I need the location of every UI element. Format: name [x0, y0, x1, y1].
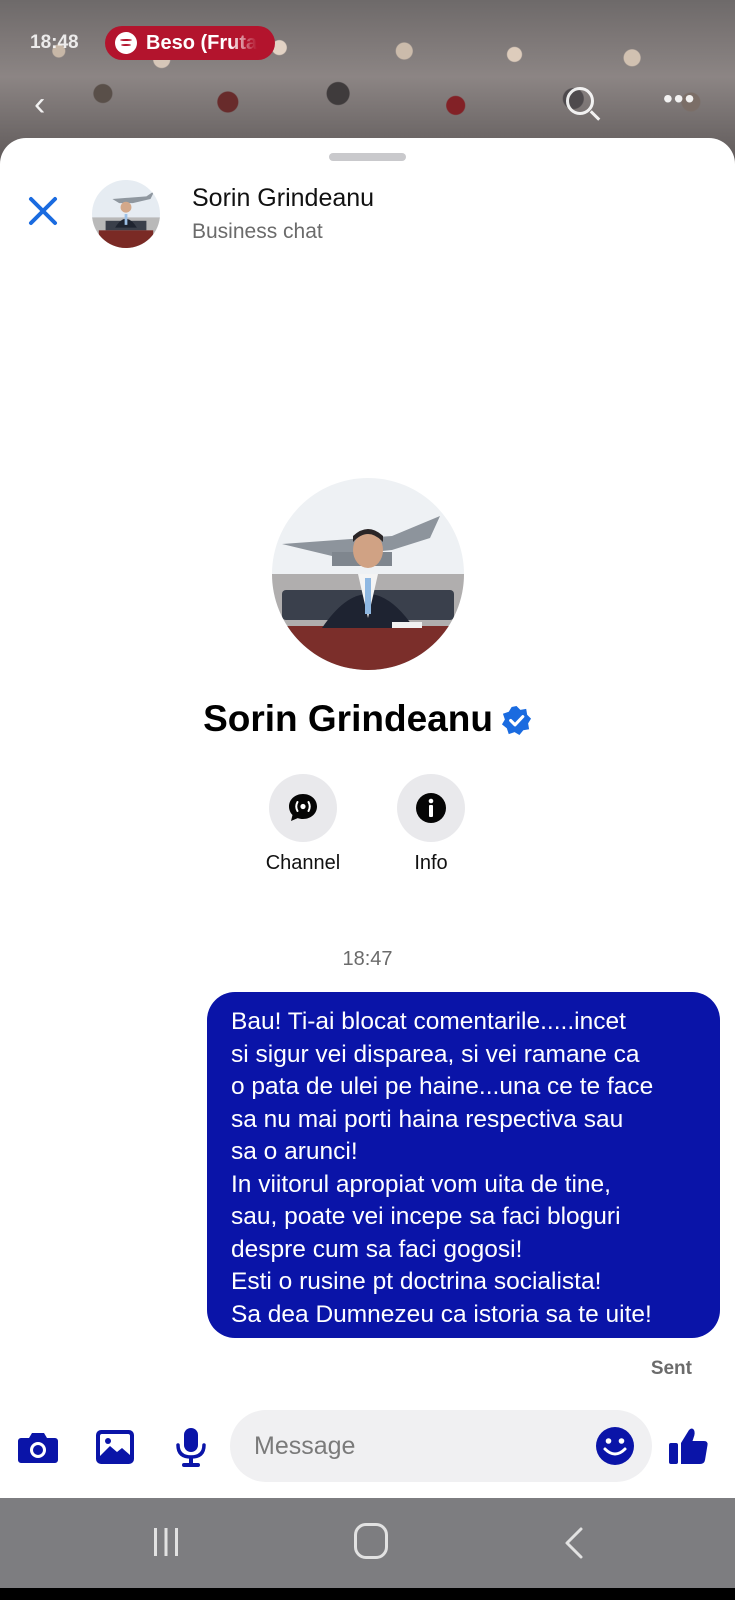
message-status: Sent — [650, 1358, 692, 1379]
profile-name: Sorin Grindeanu — [0, 698, 735, 740]
profile-avatar[interactable] — [272, 478, 464, 670]
avatar-photo — [92, 180, 160, 248]
info-button[interactable]: Info — [376, 774, 486, 875]
microphone-icon — [176, 1428, 206, 1467]
channel-label: Channel — [265, 852, 341, 874]
nav-back-button[interactable] — [562, 1526, 586, 1560]
chat-title: Sorin Grindeanu — [192, 184, 375, 212]
more-icon: ••• — [663, 83, 696, 114]
screen-bottom-edge — [0, 1588, 735, 1600]
message-input[interactable] — [230, 1410, 652, 1482]
emoji-button[interactable] — [594, 1425, 636, 1467]
message-composer — [0, 1410, 735, 1482]
chat-header: Sorin Grindeanu Business chat — [0, 178, 735, 248]
chat-subtitle: Business chat — [192, 220, 323, 243]
message-timestamp: 18:47 — [342, 948, 393, 970]
status-time: 18:48 — [30, 32, 79, 53]
spotify-icon — [115, 32, 137, 54]
profile-photo — [272, 478, 464, 670]
system-nav-bar — [0, 1498, 735, 1588]
info-label: Info — [414, 852, 448, 874]
channel-circle — [269, 774, 337, 842]
back-arrow-icon: ‹ — [34, 85, 46, 123]
microphone-button[interactable] — [168, 1424, 214, 1470]
channel-icon — [289, 794, 317, 821]
profile-name-text: Sorin Grindeanu — [203, 698, 493, 739]
back-icon — [565, 1527, 583, 1559]
camera-icon — [18, 1433, 58, 1463]
recents-button[interactable] — [150, 1526, 182, 1558]
camera-button[interactable] — [15, 1424, 61, 1470]
sheet-grabber[interactable] — [329, 153, 406, 161]
chat-sheet: Sorin Grindeanu Business chat Sorin Grin… — [0, 138, 735, 1498]
recents-icon — [154, 1528, 178, 1556]
gallery-button[interactable] — [92, 1424, 138, 1470]
verified-badge-icon — [501, 703, 532, 735]
like-button[interactable] — [666, 1424, 712, 1470]
gallery-icon — [96, 1430, 134, 1464]
avatar[interactable] — [92, 180, 160, 248]
info-icon — [416, 793, 446, 823]
now-playing-title: Beso (Fruta — [146, 31, 258, 54]
channel-button[interactable]: Channel — [248, 774, 358, 875]
thumbs-up-icon — [669, 1428, 708, 1464]
search-icon — [566, 87, 594, 115]
emoji-icon — [596, 1427, 634, 1465]
home-button[interactable] — [354, 1523, 388, 1559]
status-bar: 18:48 Beso (Fruta — [0, 26, 735, 60]
background-toolbar: ‹ ••• — [0, 83, 735, 125]
outgoing-message-bubble[interactable]: Bau! Ti-ai blocat comentarile.....incet … — [207, 992, 720, 1338]
now-playing-pill[interactable]: Beso (Fruta — [105, 26, 275, 60]
info-circle — [397, 774, 465, 842]
close-button[interactable] — [20, 188, 66, 234]
